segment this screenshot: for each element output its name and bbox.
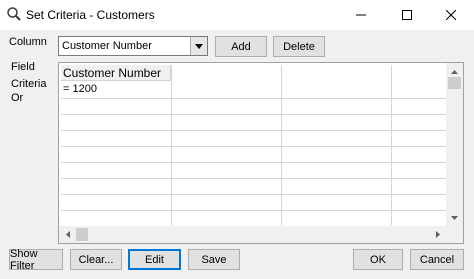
column-select-value: Customer Number [62,40,152,52]
grid-divider [61,130,447,131]
title-bar: Set Criteria - Customers [0,0,474,30]
minimize-icon [356,10,366,20]
chevron-down-icon[interactable] [190,37,207,55]
horizontal-scroll-thumb[interactable] [76,228,88,241]
cancel-button[interactable]: Cancel [410,249,464,270]
vertical-scroll-thumb[interactable] [448,77,461,89]
close-icon [446,10,456,20]
grid-divider [391,65,392,225]
grid-divider [61,98,447,99]
criteria-cell[interactable]: = 1200 [63,83,97,95]
scroll-down-icon[interactable] [446,209,463,226]
column-label: Column [9,36,47,48]
grid-divider [171,65,172,225]
grid-column-header[interactable]: Customer Number [61,65,171,81]
clear-button[interactable]: Clear... [70,249,122,270]
scroll-left-icon[interactable] [59,226,76,243]
grid-divider [61,162,447,163]
grid-divider [61,194,447,195]
grid-divider [281,65,282,225]
scroll-right-icon[interactable] [429,226,446,243]
or-label: Or [11,92,24,104]
maximize-icon [402,10,412,20]
column-select[interactable]: Customer Number [58,36,208,56]
delete-button[interactable]: Delete [273,36,325,57]
dialog-body: Column Customer Number Add Delete Field … [0,30,474,279]
show-filter-button[interactable]: Show Filter [9,248,63,272]
horizontal-scrollbar[interactable] [59,226,463,243]
maximize-button[interactable] [384,0,430,30]
grid-divider [61,114,447,115]
magnifier-icon [6,6,22,22]
save-button[interactable]: Save [188,249,240,270]
close-button[interactable] [428,0,474,30]
criteria-label: Criteria [11,78,47,90]
grid-column-header-label: Customer Number [63,66,162,80]
edit-button[interactable]: Edit [128,249,181,270]
vertical-scrollbar[interactable] [446,63,463,226]
minimize-button[interactable] [338,0,384,30]
grid-divider [61,178,447,179]
grid-divider [61,146,447,147]
window-title: Set Criteria - Customers [26,8,155,22]
ok-button[interactable]: OK [353,249,403,270]
criteria-grid[interactable]: Customer Number = 1200 [58,62,464,244]
grid-divider [61,210,447,211]
add-button[interactable]: Add [215,36,267,57]
field-label: Field [11,61,35,73]
